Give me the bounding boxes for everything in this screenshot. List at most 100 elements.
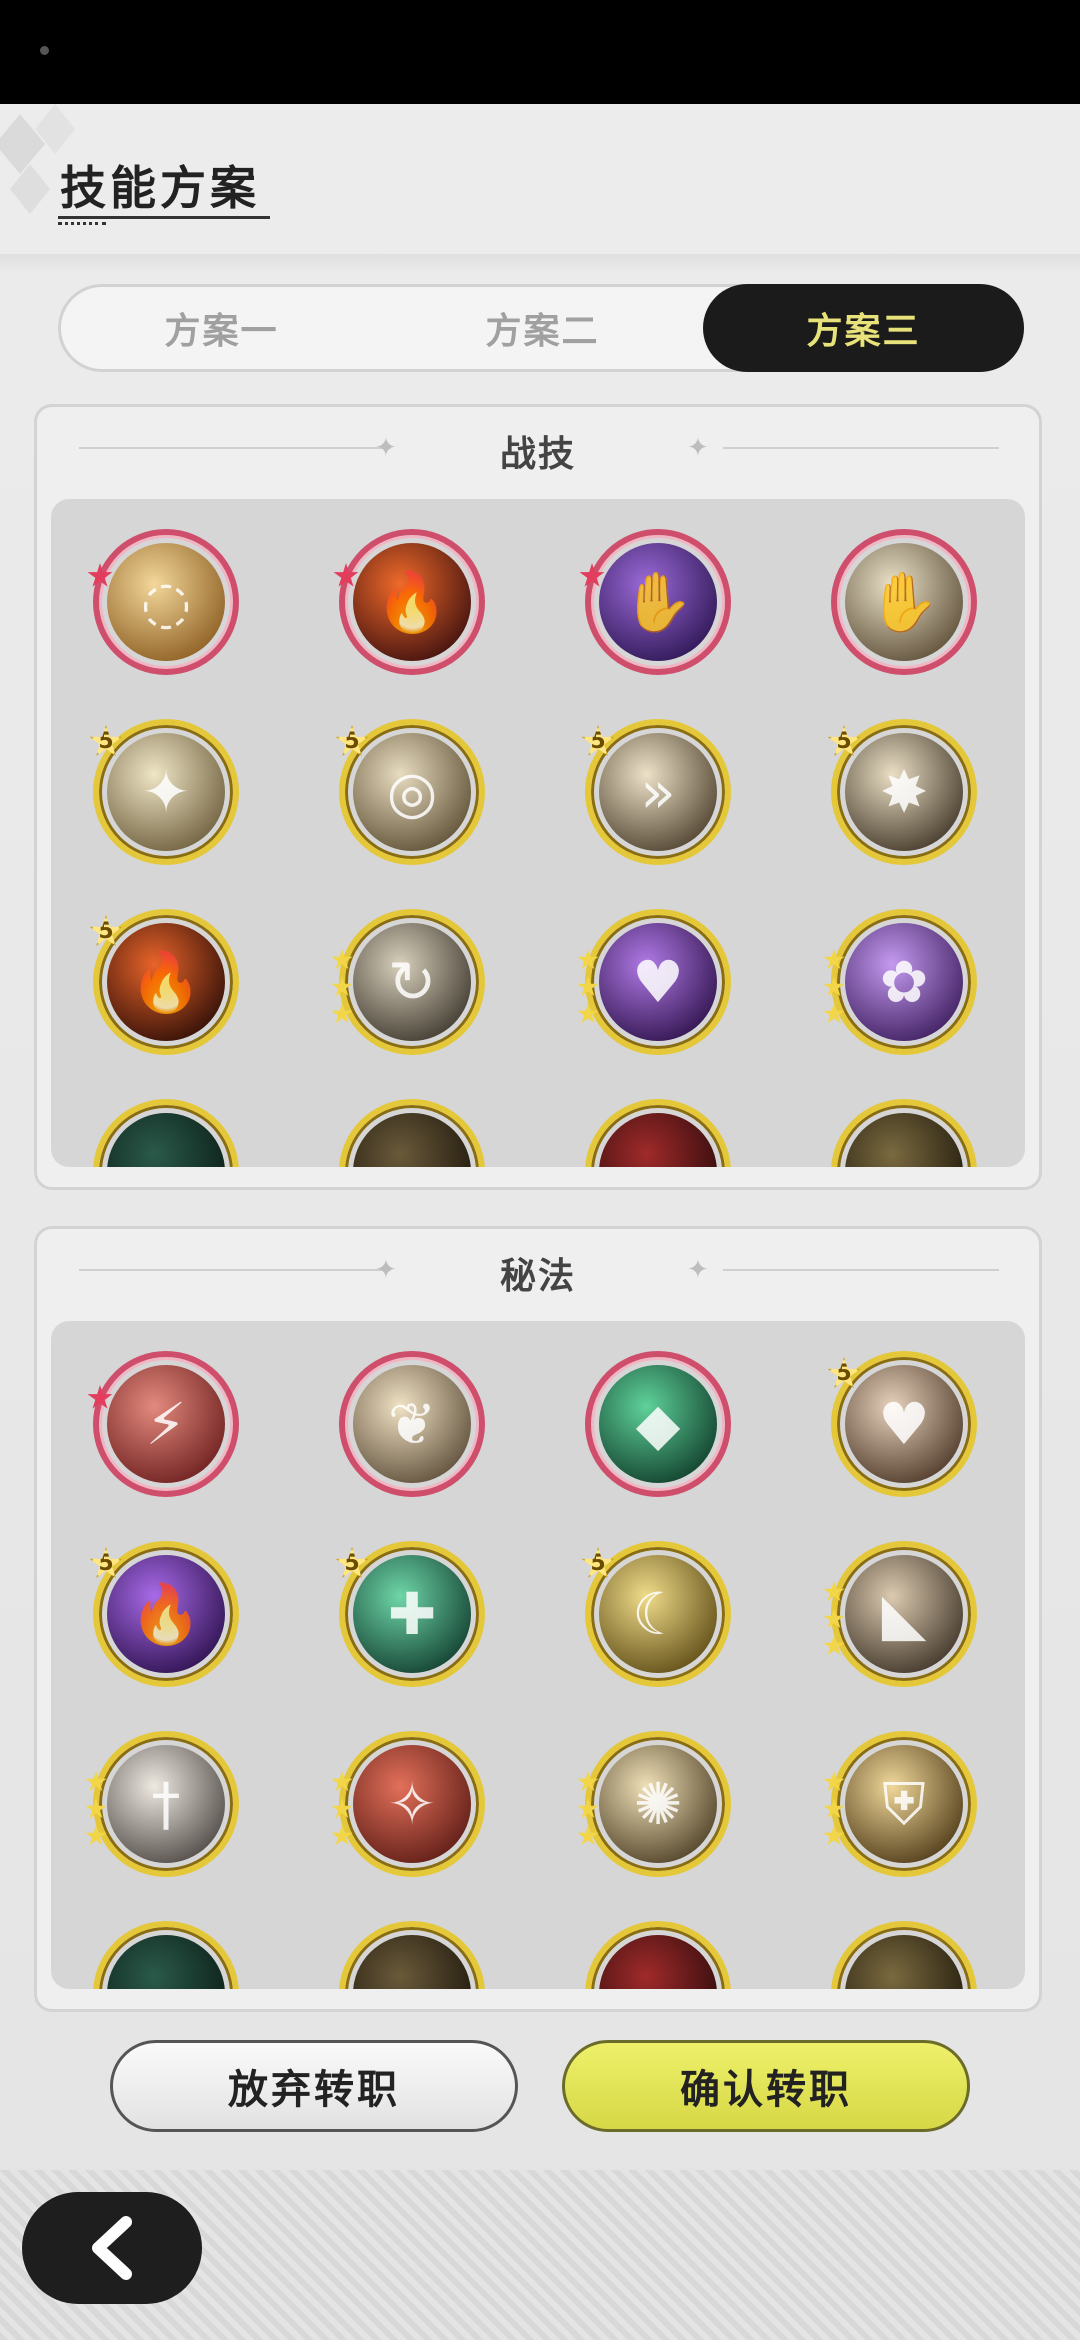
star-icon (331, 1798, 353, 1819)
tab-plan-2[interactable]: 方案二 (382, 287, 703, 369)
star-icon (577, 976, 599, 997)
three-stars-icon (331, 949, 353, 1031)
skill-slot[interactable]: ❦ (339, 1351, 485, 1497)
skill-slot[interactable] (831, 1099, 977, 1167)
abandon-job-change-button[interactable]: 放弃转职 (110, 2040, 518, 2132)
skill-slot[interactable]: ✿ (823, 909, 977, 1055)
tab-plan-3[interactable]: 方案三 (703, 284, 1024, 372)
skill-slot[interactable]: ✋ (831, 529, 977, 675)
sweeping-hand-gust-icon: ✋ (845, 543, 963, 661)
golden-swirl-slash-icon: ◌ (107, 543, 225, 661)
icon-glyph: 🔥 (129, 1579, 203, 1648)
skill-slot[interactable] (339, 1099, 485, 1167)
icon-glyph: ✋ (867, 567, 941, 636)
icon-glyph: ⚡ (145, 1390, 187, 1458)
skill-slot[interactable]: † (85, 1731, 239, 1877)
page-title: 技能方案 (60, 161, 260, 215)
golden-vortex-icon: ✺ (599, 1745, 717, 1863)
skill-slot[interactable]: 🔥 5 (89, 1541, 239, 1687)
star-icon (331, 1825, 353, 1846)
skill-slot[interactable]: ◣ (823, 1541, 977, 1687)
skill-slot[interactable]: ✦ 5 (89, 719, 239, 865)
star-icon (823, 976, 845, 997)
skill-slot[interactable]: ⛨ (823, 1731, 977, 1877)
icon-glyph: » (640, 758, 676, 826)
three-stars-icon (823, 1581, 845, 1663)
title-underline (58, 216, 270, 219)
icon-glyph: ♥ (632, 948, 684, 1016)
combat-skill-grid[interactable]: ◌ 🔥 ✋ ✋ ✦ 5 ◎ 5 » 5 ✸ 5 🔥 5 ↻ ♥ ✿ (51, 499, 1025, 1167)
icon-glyph: ✸ (879, 758, 929, 826)
skill-slot[interactable]: ◌ (87, 529, 239, 675)
status-indicator (40, 46, 49, 55)
icon-glyph: ❦ (387, 1390, 437, 1458)
skill-slot[interactable] (93, 1099, 239, 1167)
chevron-left-icon (92, 2216, 132, 2280)
icon-glyph: ◌ (140, 568, 192, 636)
spinning-slash-icon: ↻ (353, 923, 471, 1041)
skill-slot[interactable]: 🔥 5 (89, 909, 239, 1055)
combat-skills-title: 战技 (499, 434, 576, 475)
icon-glyph: † (151, 1770, 181, 1838)
icon-glyph: ♥ (878, 1390, 930, 1458)
skill-slot[interactable]: ♥ (577, 909, 731, 1055)
icon-glyph: ⛨ (882, 1769, 926, 1838)
crimson-shield-crack-icon: ⚡ (107, 1365, 225, 1483)
secret-arts-panel: ✦ 秘法 ✦ ⚡ ❦ ◆ ♥ 5 🔥 5 ✚ 5 ☾ 5 ◣ † ✧ ✺ ⛨ (34, 1226, 1042, 2012)
skill-slot[interactable]: ☾ 5 (581, 1541, 731, 1687)
purple-flame-icon: 🔥 (107, 1555, 225, 1673)
gold-arc-icon (845, 1935, 963, 1989)
purple-rose-thorns-icon: ✿ (845, 923, 963, 1041)
roaring-beast-icon: ◣ (845, 1555, 963, 1673)
combat-skills-panel: ✦ 战技 ✦ ◌ 🔥 ✋ ✋ ✦ 5 ◎ 5 » 5 ✸ 5 🔥 5 ↻ ♥ ✿ (34, 404, 1042, 1190)
star-icon (577, 1798, 599, 1819)
teal-orb-icon (107, 1113, 225, 1167)
star-icon (823, 1825, 845, 1846)
icon-glyph: ✺ (633, 1770, 683, 1838)
skill-slot[interactable]: ✸ 5 (827, 719, 977, 865)
skill-slot[interactable] (585, 1921, 731, 1989)
header-line-right (723, 447, 999, 449)
secret-skill-grid[interactable]: ⚡ ❦ ◆ ♥ 5 🔥 5 ✚ 5 ☾ 5 ◣ † ✧ ✺ ⛨ (51, 1321, 1025, 1989)
three-stars-icon (823, 949, 845, 1031)
skill-slot[interactable]: ✧ (331, 1731, 485, 1877)
skill-slot[interactable] (339, 1921, 485, 1989)
icon-glyph: ↻ (387, 948, 437, 1016)
star-icon (331, 1003, 353, 1024)
back-button[interactable] (22, 2192, 202, 2304)
three-stars-icon (331, 1771, 353, 1853)
skill-slot[interactable]: ✚ 5 (335, 1541, 485, 1687)
tab-plan-1[interactable]: 方案一 (61, 287, 382, 369)
skill-slot[interactable] (93, 1921, 239, 1989)
charging-dash-icon: » (599, 733, 717, 851)
star-icon (823, 1003, 845, 1024)
icon-glyph: ◆ (635, 1390, 681, 1458)
skill-slot[interactable]: ◎ 5 (335, 719, 485, 865)
skill-slot[interactable]: ✋ (579, 529, 731, 675)
star-icon (823, 1608, 845, 1629)
skill-slot[interactable]: ✺ (577, 1731, 731, 1877)
icon-glyph: 🔥 (375, 567, 449, 636)
heart-shield-icon: ♥ (845, 1365, 963, 1483)
star-icon (823, 1581, 845, 1602)
golden-armor-icon: ⛨ (845, 1745, 963, 1863)
sword-burst-icon: ✦ (107, 733, 225, 851)
icon-glyph: ◎ (386, 758, 438, 826)
skill-slot[interactable] (585, 1099, 731, 1167)
skill-slot[interactable]: 🔥 (333, 529, 485, 675)
skill-slot[interactable]: ⚡ (87, 1351, 239, 1497)
star-icon (85, 1825, 107, 1846)
panel-header: ✦ 战技 ✦ (37, 407, 1039, 499)
skill-slot[interactable]: ◆ (585, 1351, 731, 1497)
sparkle-icon: ✦ (687, 1255, 709, 1285)
three-stars-icon (85, 1771, 107, 1853)
icon-glyph: ✦ (141, 758, 191, 826)
skill-slot[interactable] (831, 1921, 977, 1989)
star-icon (331, 976, 353, 997)
skill-slot[interactable]: » 5 (581, 719, 731, 865)
confirm-job-change-button[interactable]: 确认转职 (562, 2040, 970, 2132)
skill-slot[interactable]: ↻ (331, 909, 485, 1055)
fire-aura-icon: 🔥 (107, 923, 225, 1041)
skill-slot[interactable]: ♥ 5 (827, 1351, 977, 1497)
whirlwind-slash-icon: ◎ (353, 733, 471, 851)
